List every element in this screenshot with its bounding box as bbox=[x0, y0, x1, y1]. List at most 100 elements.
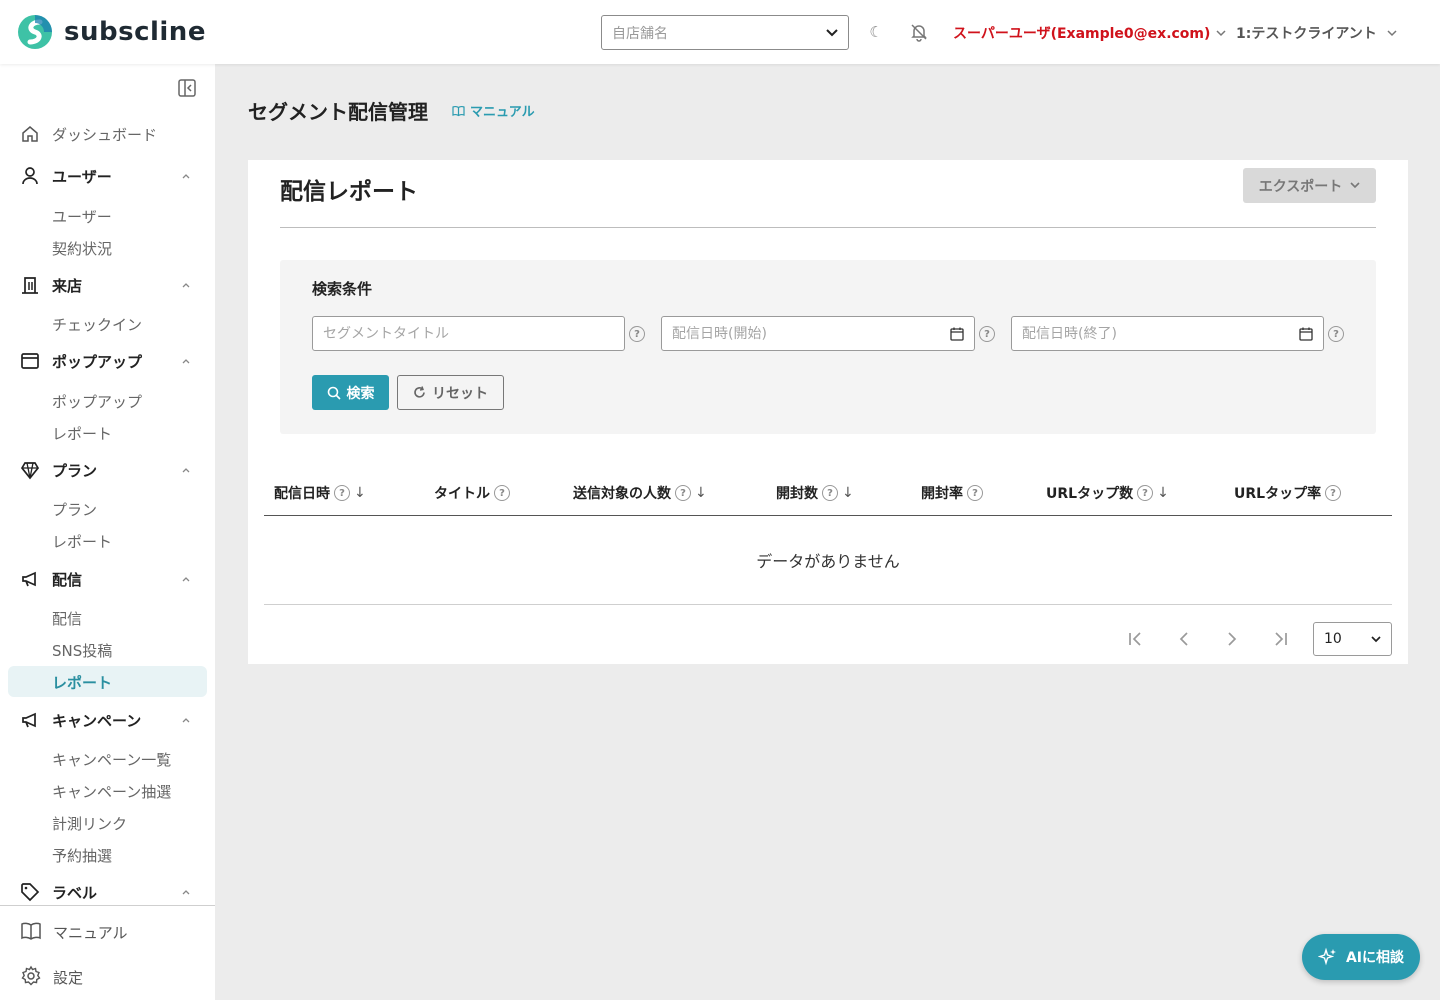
sort-arrow-icon[interactable]: ↓ bbox=[354, 485, 366, 501]
sort-arrow-icon[interactable]: ↓ bbox=[695, 485, 707, 501]
prev-page-icon[interactable] bbox=[1172, 627, 1196, 651]
start-date-field[interactable] bbox=[661, 316, 975, 351]
last-page-icon[interactable] bbox=[1268, 627, 1292, 651]
sidebar-item-settings[interactable]: 設定 bbox=[0, 961, 215, 991]
end-date-field[interactable] bbox=[1011, 316, 1324, 351]
sidebar-item-dashboard[interactable]: ダッシュボード bbox=[0, 120, 215, 148]
column-header-recipients[interactable]: 送信対象の人数 ? ↓ bbox=[573, 482, 707, 504]
column-label: URLタップ数 bbox=[1046, 486, 1134, 502]
page-title: セグメント配信管理 bbox=[248, 100, 428, 124]
first-page-icon[interactable] bbox=[1124, 627, 1148, 651]
export-button[interactable]: エクスポート bbox=[1243, 168, 1376, 203]
calendar-icon[interactable] bbox=[1299, 327, 1313, 341]
ai-consult-label: AIに相談 bbox=[1345, 950, 1405, 966]
divider bbox=[280, 227, 1376, 228]
sidebar-item-label: SNS投稿 bbox=[52, 642, 113, 660]
column-header-open-rate[interactable]: 開封率 ? bbox=[921, 482, 983, 504]
sidebar-item-label: チェックイン bbox=[52, 316, 143, 334]
sidebar-item-sns-post[interactable]: SNS投稿 bbox=[8, 634, 207, 665]
sidebar-section-label: 配信 bbox=[52, 571, 83, 589]
sidebar-section-campaign[interactable]: キャンペーン bbox=[0, 706, 215, 734]
column-header-url-tap-rate[interactable]: URLタップ率 ? bbox=[1234, 482, 1342, 504]
help-icon[interactable]: ? bbox=[334, 485, 350, 501]
help-icon[interactable]: ? bbox=[629, 326, 645, 342]
empty-message: データがありません bbox=[264, 516, 1392, 605]
sidebar-item-popup-report[interactable]: レポート bbox=[8, 417, 207, 448]
sidebar-item-reservation-lottery[interactable]: 予約抽選 bbox=[8, 839, 207, 870]
column-label: 開封数 bbox=[776, 486, 818, 502]
segment-title-input[interactable] bbox=[323, 325, 614, 342]
sidebar-item-popup[interactable]: ポップアップ bbox=[8, 385, 207, 416]
sidebar-section-label[interactable]: ラベル bbox=[0, 878, 215, 906]
reset-button[interactable]: リセット bbox=[397, 375, 504, 410]
sidebar-item-contracts[interactable]: 契約状況 bbox=[8, 232, 207, 263]
user-name: スーパーユーザ(Example0@ex.com) bbox=[953, 26, 1211, 42]
help-icon[interactable]: ? bbox=[1137, 485, 1154, 501]
search-icon bbox=[327, 386, 341, 400]
card-title: 配信レポート bbox=[280, 179, 418, 205]
column-header-title[interactable]: タイトル ? bbox=[434, 482, 510, 504]
calendar-icon[interactable] bbox=[950, 327, 964, 341]
sidebar-item-label: 予約抽選 bbox=[52, 847, 113, 865]
sidebar-item-manual[interactable]: マニュアル bbox=[0, 916, 215, 946]
top-bar: subscline 自店舗名 ☾ スーパーユーザ(Example0@ex.com… bbox=[0, 0, 1440, 64]
sidebar-item-tracking-link[interactable]: 計測リンク bbox=[8, 807, 207, 838]
ai-consult-button[interactable]: AIに相談 bbox=[1302, 934, 1420, 980]
sidebar-item-delivery-report[interactable]: レポート bbox=[8, 666, 207, 697]
manual-link-label: マニュアル bbox=[470, 105, 535, 120]
help-icon[interactable]: ? bbox=[967, 485, 983, 501]
refresh-icon bbox=[414, 386, 425, 398]
tag-icon bbox=[21, 883, 40, 902]
sidebar-section-popup[interactable]: ポップアップ bbox=[0, 347, 215, 375]
column-header-url-taps[interactable]: URLタップ数 ? ↓ bbox=[1046, 482, 1169, 504]
search-button[interactable]: 検索 bbox=[312, 375, 389, 410]
sidebar-item-users[interactable]: ユーザー bbox=[8, 200, 207, 231]
help-icon[interactable]: ? bbox=[494, 485, 510, 501]
window-icon bbox=[21, 353, 39, 369]
help-icon[interactable]: ? bbox=[822, 485, 838, 501]
start-date-input[interactable] bbox=[672, 325, 950, 342]
sidebar-item-plan[interactable]: プラン bbox=[8, 493, 207, 524]
help-icon[interactable]: ? bbox=[979, 326, 995, 342]
help-icon[interactable]: ? bbox=[675, 485, 691, 501]
manual-link[interactable]: マニュアル bbox=[452, 101, 535, 120]
help-icon[interactable]: ? bbox=[1325, 485, 1342, 501]
brand-logo[interactable]: subscline bbox=[16, 14, 206, 50]
sidebar-section-plan[interactable]: プラン bbox=[0, 456, 215, 484]
sidebar-item-campaign-lottery[interactable]: キャンペーン抽選 bbox=[8, 775, 207, 806]
sidebar-item-checkin[interactable]: チェックイン bbox=[8, 308, 207, 339]
sidebar-section-visit[interactable]: 来店 bbox=[0, 271, 215, 299]
page-size-select[interactable]: 10 bbox=[1313, 622, 1392, 656]
search-panel: 検索条件 ? ? ? 検索 リセット bbox=[280, 260, 1376, 434]
sidebar-item-label: 配信 bbox=[52, 610, 83, 628]
sidebar-section-delivery[interactable]: 配信 bbox=[0, 565, 215, 593]
help-icon[interactable]: ? bbox=[1328, 326, 1344, 342]
column-header-delivery-date[interactable]: 配信日時 ? ↓ bbox=[274, 482, 366, 504]
chevron-up-icon bbox=[182, 468, 190, 473]
client-menu[interactable]: 1:テストクライアント bbox=[1236, 22, 1397, 44]
bell-off-icon[interactable] bbox=[907, 20, 931, 44]
moon-icon[interactable]: ☾ bbox=[864, 20, 888, 44]
building-icon bbox=[22, 277, 38, 294]
megaphone-icon bbox=[22, 571, 36, 587]
segment-title-field[interactable] bbox=[312, 316, 625, 351]
sidebar-item-label: レポート bbox=[52, 674, 113, 692]
sidebar-item-label: プラン bbox=[52, 501, 98, 519]
end-date-input[interactable] bbox=[1022, 325, 1299, 342]
column-label: 開封率 bbox=[921, 486, 963, 502]
sidebar-collapse-icon[interactable] bbox=[177, 78, 197, 98]
user-menu[interactable]: スーパーユーザ(Example0@ex.com) bbox=[953, 22, 1226, 44]
sort-arrow-icon[interactable]: ↓ bbox=[1157, 485, 1169, 501]
column-header-opens[interactable]: 開封数 ? ↓ bbox=[776, 482, 854, 504]
store-select[interactable]: 自店舗名 bbox=[601, 15, 849, 50]
gem-icon bbox=[20, 462, 40, 480]
chevron-up-icon bbox=[182, 890, 190, 895]
column-label: URLタップ率 bbox=[1234, 486, 1322, 502]
sidebar-section-users[interactable]: ユーザー bbox=[0, 162, 215, 190]
sidebar-item-campaign-list[interactable]: キャンペーン一覧 bbox=[8, 743, 207, 774]
sort-arrow-icon[interactable]: ↓ bbox=[842, 485, 854, 501]
next-page-icon[interactable] bbox=[1220, 627, 1244, 651]
chevron-down-icon bbox=[1350, 182, 1360, 189]
sidebar-item-delivery[interactable]: 配信 bbox=[8, 602, 207, 633]
sidebar-item-plan-report[interactable]: レポート bbox=[8, 525, 207, 556]
